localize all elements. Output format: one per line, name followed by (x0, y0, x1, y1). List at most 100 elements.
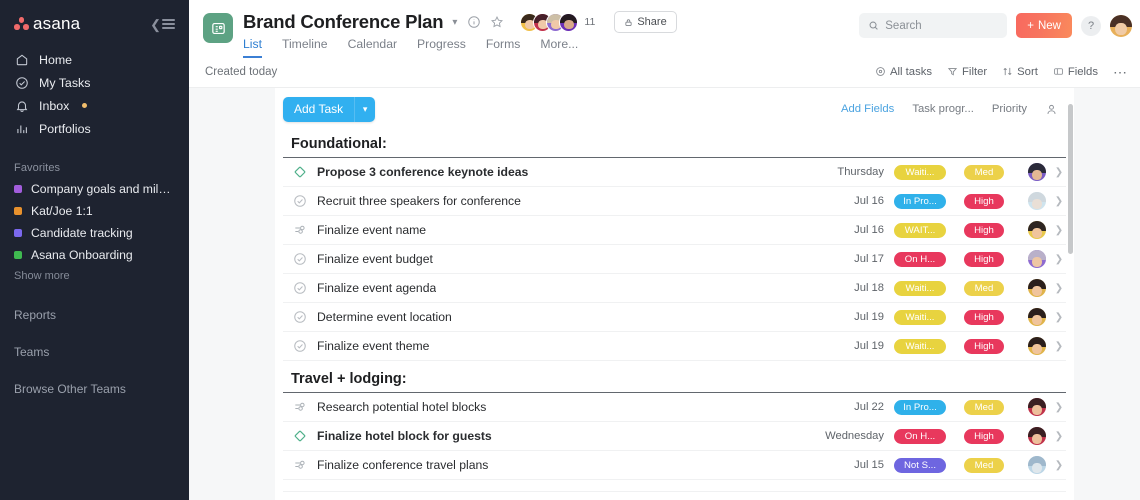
avatar[interactable] (1028, 192, 1046, 210)
column-header-priority[interactable]: Priority (992, 103, 1027, 115)
chevron-right-icon[interactable]: ❯ (1052, 460, 1066, 471)
status-badge[interactable]: Waiti... (894, 338, 946, 354)
task-due-date[interactable]: Thursday (812, 166, 884, 178)
sidebar-section-reports[interactable]: Reports (0, 304, 189, 326)
browse-other-teams-button[interactable]: Browse Other Teams (0, 378, 189, 400)
priority-badge[interactable]: Med (964, 164, 1004, 180)
show-more-button[interactable]: Show more (0, 266, 189, 286)
chevron-right-icon[interactable]: ❯ (1052, 196, 1066, 207)
chevron-right-icon[interactable]: ❯ (1052, 341, 1066, 352)
sidebar-item-home[interactable]: Home (0, 48, 189, 71)
chevron-right-icon[interactable]: ❯ (1052, 167, 1066, 178)
table-row-partial[interactable] (283, 480, 1066, 492)
chevron-down-icon[interactable]: ▾ (450, 17, 459, 28)
person-icon[interactable] (1045, 103, 1058, 116)
info-icon[interactable] (466, 14, 482, 30)
check-circle-icon[interactable] (291, 281, 309, 295)
chevron-right-icon[interactable]: ❯ (1052, 254, 1066, 265)
status-badge[interactable]: On H... (894, 428, 946, 444)
tab-more[interactable]: More... (540, 37, 578, 58)
subtask-icon[interactable] (291, 458, 309, 472)
table-row[interactable]: Finalize conference travel plans Jul 15 … (283, 451, 1066, 480)
status-badge[interactable]: In Pro... (894, 399, 946, 415)
task-due-date[interactable]: Jul 19 (812, 340, 884, 352)
add-task-button[interactable]: Add Task ▾ (283, 96, 376, 122)
avatar[interactable] (1028, 456, 1046, 474)
priority-badge[interactable]: Med (964, 399, 1004, 415)
table-row[interactable]: Finalize hotel block for guests Wednesda… (283, 422, 1066, 451)
sort-button[interactable]: Sort (1002, 66, 1038, 78)
filter-button[interactable]: Filter (947, 66, 987, 78)
priority-badge[interactable]: High (964, 309, 1004, 325)
priority-badge[interactable]: High (964, 428, 1004, 444)
sidebar-favorite-asana-onboarding[interactable]: Asana Onboarding (0, 244, 189, 266)
share-button[interactable]: Share (614, 11, 677, 33)
section-title-foundational[interactable]: Foundational: (283, 130, 1066, 158)
table-row[interactable]: Propose 3 conference keynote ideas Thurs… (283, 158, 1066, 187)
new-button[interactable]: + New (1016, 13, 1072, 38)
avatar[interactable] (1028, 427, 1046, 445)
star-icon[interactable] (489, 14, 505, 30)
sidebar-section-teams[interactable]: Teams (0, 341, 189, 363)
check-circle-icon[interactable] (291, 252, 309, 266)
priority-badge[interactable]: High (964, 338, 1004, 354)
task-name[interactable]: Finalize hotel block for guests (317, 429, 492, 443)
table-row[interactable]: Recruit three speakers for conference Ju… (283, 187, 1066, 216)
milestone-diamond-icon[interactable] (291, 429, 309, 443)
asana-logo[interactable]: asana (14, 14, 80, 34)
task-due-date[interactable]: Jul 17 (812, 253, 884, 265)
check-circle-icon[interactable] (291, 310, 309, 324)
more-options-icon[interactable]: ⋯ (1113, 65, 1128, 79)
task-name[interactable]: Determine event location (317, 310, 452, 324)
priority-badge[interactable]: High (964, 193, 1004, 209)
milestone-diamond-icon[interactable] (291, 165, 309, 179)
status-badge[interactable]: Waiti... (894, 164, 946, 180)
search-input[interactable]: Search (859, 13, 1008, 38)
table-row[interactable]: Finalize event name Jul 16 WAIT... High … (283, 216, 1066, 245)
status-badge[interactable]: In Pro... (894, 193, 946, 209)
task-name[interactable]: Finalize conference travel plans (317, 458, 488, 472)
subtask-icon[interactable] (291, 400, 309, 414)
task-due-date[interactable]: Jul 16 (812, 195, 884, 207)
avatar[interactable] (1028, 279, 1046, 297)
subtask-icon[interactable] (291, 223, 309, 237)
task-name[interactable]: Finalize event theme (317, 339, 429, 353)
tab-progress[interactable]: Progress (417, 37, 466, 58)
all-tasks-button[interactable]: All tasks (875, 66, 932, 78)
add-fields-button[interactable]: Add Fields (841, 103, 894, 115)
check-circle-icon[interactable] (291, 339, 309, 353)
status-badge[interactable]: WAIT... (894, 222, 946, 238)
status-badge[interactable]: Not S... (894, 457, 946, 473)
priority-badge[interactable]: High (964, 222, 1004, 238)
chevron-right-icon[interactable]: ❯ (1052, 225, 1066, 236)
task-due-date[interactable]: Jul 19 (812, 311, 884, 323)
task-name[interactable]: Recruit three speakers for conference (317, 194, 521, 208)
task-name[interactable]: Research potential hotel blocks (317, 400, 486, 414)
fields-button[interactable]: Fields (1053, 66, 1098, 78)
task-due-date[interactable]: Jul 18 (812, 282, 884, 294)
chevron-right-icon[interactable]: ❯ (1052, 283, 1066, 294)
task-due-date[interactable]: Wednesday (812, 430, 884, 442)
column-header-task-progress[interactable]: Task progr... (912, 103, 974, 115)
task-due-date[interactable]: Jul 16 (812, 224, 884, 236)
sidebar-favorite-company-goals[interactable]: Company goals and milest... (0, 178, 189, 200)
avatar[interactable] (1028, 337, 1046, 355)
avatar[interactable] (1028, 250, 1046, 268)
user-avatar[interactable] (1110, 14, 1132, 37)
tab-calendar[interactable]: Calendar (348, 37, 397, 58)
check-circle-icon[interactable] (291, 194, 309, 208)
table-row[interactable]: Finalize event budget Jul 17 On H... Hig… (283, 245, 1066, 274)
avatar[interactable] (1028, 221, 1046, 239)
status-badge[interactable]: Waiti... (894, 280, 946, 296)
sidebar-favorite-candidate-tracking[interactable]: Candidate tracking (0, 222, 189, 244)
status-badge[interactable]: Waiti... (894, 309, 946, 325)
sidebar-item-my-tasks[interactable]: My Tasks (0, 71, 189, 94)
avatar[interactable] (1028, 163, 1046, 181)
status-badge[interactable]: On H... (894, 251, 946, 267)
chevron-right-icon[interactable]: ❯ (1052, 431, 1066, 442)
tab-forms[interactable]: Forms (486, 37, 521, 58)
avatar[interactable] (1028, 308, 1046, 326)
vertical-scrollbar[interactable] (1068, 104, 1073, 254)
table-row[interactable]: Determine event location Jul 19 Waiti...… (283, 303, 1066, 332)
tab-list[interactable]: List (243, 37, 262, 58)
